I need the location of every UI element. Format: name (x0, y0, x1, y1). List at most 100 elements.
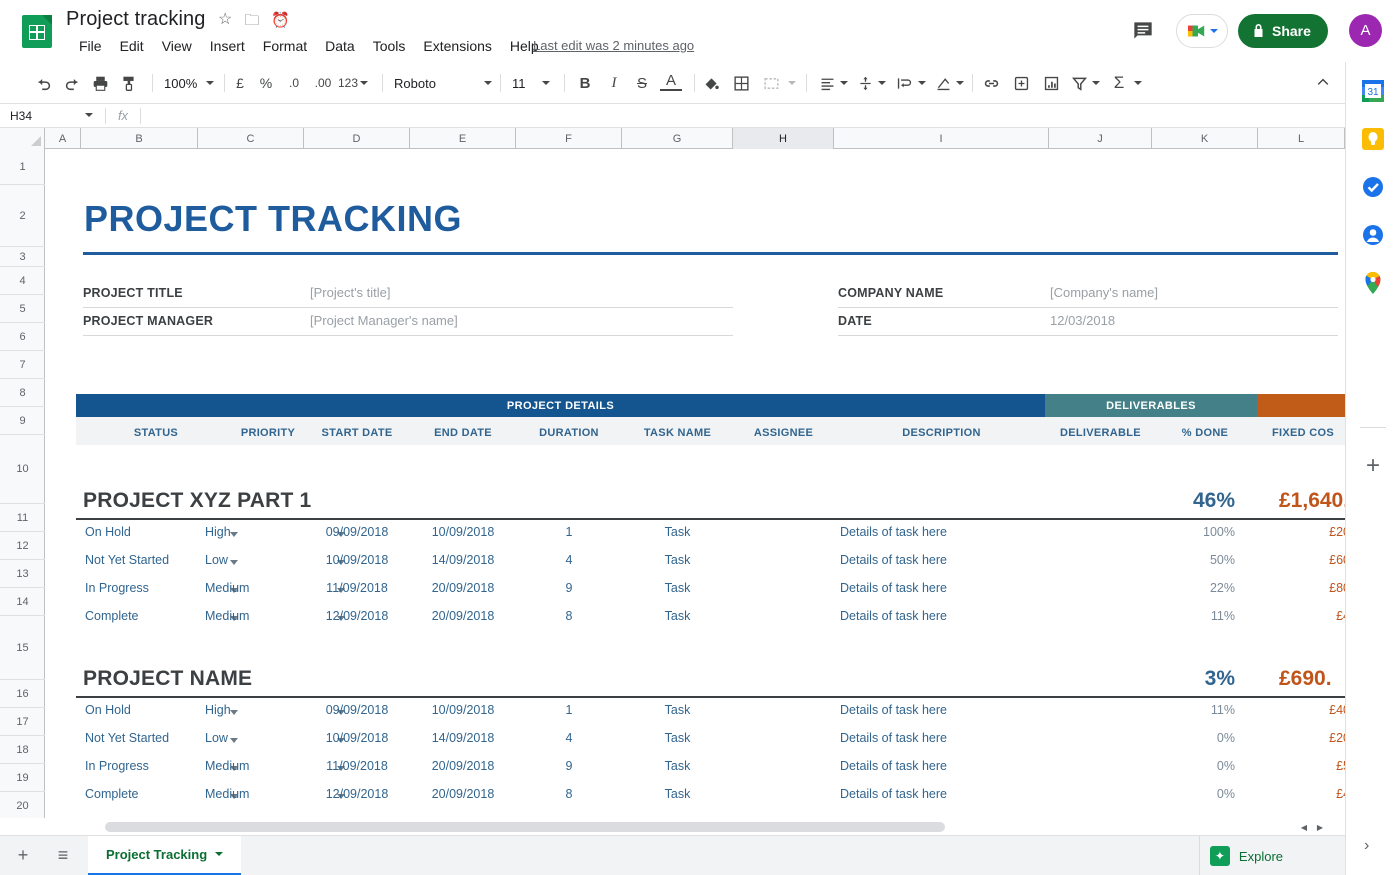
table-row[interactable]: 1 (516, 525, 622, 539)
menu-edit[interactable]: Edit (111, 36, 153, 56)
column-header-k[interactable]: K (1152, 128, 1258, 149)
table-row[interactable]: 14/09/2018 (410, 553, 516, 567)
project-manager-value[interactable]: [Project Manager's name] (310, 313, 458, 328)
table-row[interactable]: £4 (1225, 787, 1345, 801)
row-header-5[interactable]: 5 (0, 295, 45, 323)
column-header-e[interactable]: E (410, 128, 516, 149)
table-row[interactable]: 4 (516, 731, 622, 745)
comment-history-icon[interactable] (1130, 18, 1156, 44)
collapse-toolbar-icon[interactable] (1315, 74, 1331, 93)
fill-color-icon[interactable] (700, 71, 722, 95)
table-row[interactable]: 11/09/2018 (304, 759, 410, 773)
column-header-f[interactable]: F (516, 128, 622, 149)
table-row[interactable]: 0% (1105, 787, 1235, 801)
google-maps-icon[interactable] (1360, 270, 1386, 296)
row-header-18[interactable]: 18 (0, 736, 45, 764)
insert-chart-icon[interactable] (1040, 71, 1062, 95)
table-row[interactable]: In Progress (85, 759, 149, 773)
chevron-right-icon[interactable]: › (1364, 837, 1369, 855)
horizontal-scrollbar-thumb[interactable] (105, 822, 945, 832)
column-header-l[interactable]: L (1258, 128, 1345, 149)
chevron-down-icon[interactable] (215, 852, 224, 856)
star-icon[interactable]: ☆ (218, 12, 232, 28)
table-row[interactable]: 50% (1105, 553, 1235, 567)
table-row[interactable]: 20/09/2018 (410, 581, 516, 595)
add-sheet-button[interactable]: + (6, 839, 40, 873)
column-header-g[interactable]: G (622, 128, 733, 149)
row-header-11[interactable]: 11 (0, 504, 45, 532)
table-row[interactable]: Complete (85, 787, 139, 801)
row-header-6[interactable]: 6 (0, 323, 45, 351)
menu-format[interactable]: Format (254, 36, 316, 56)
table-row[interactable]: 20/09/2018 (410, 787, 516, 801)
google-meet-button[interactable] (1176, 14, 1228, 48)
text-wrap-icon[interactable] (893, 71, 915, 95)
text-color-button[interactable]: A (660, 71, 682, 91)
cloud-saved-icon[interactable]: ⏰ (271, 13, 290, 28)
menu-view[interactable]: View (153, 36, 201, 56)
table-row[interactable]: Task (622, 731, 733, 745)
table-row[interactable]: On Hold (85, 703, 131, 717)
table-row[interactable]: Task (622, 787, 733, 801)
borders-icon[interactable] (730, 71, 752, 95)
row-header-9[interactable]: 9 (0, 407, 45, 435)
table-row[interactable]: 09/09/2018 (304, 703, 410, 717)
menu-file[interactable]: File (70, 36, 111, 56)
google-sheets-logo-icon[interactable] (22, 15, 52, 48)
table-row[interactable]: Low (205, 553, 228, 567)
row-header-8[interactable]: 8 (0, 379, 45, 407)
table-row[interactable]: Details of task here (840, 787, 947, 801)
formula-input[interactable] (141, 104, 1345, 127)
column-header-b[interactable]: B (81, 128, 198, 149)
row-header-3[interactable]: 3 (0, 247, 45, 267)
name-box[interactable]: H34 (0, 104, 105, 127)
undo-icon[interactable] (32, 71, 56, 95)
format-percent-button[interactable]: % (256, 71, 276, 95)
table-row[interactable]: 9 (516, 759, 622, 773)
row-header-17[interactable]: 17 (0, 708, 45, 736)
table-row[interactable]: Task (622, 703, 733, 717)
merge-cells-icon[interactable] (760, 71, 782, 95)
date-value[interactable]: 12/03/2018 (1050, 313, 1115, 328)
table-row[interactable]: 11/09/2018 (304, 581, 410, 595)
horizontal-align-icon[interactable] (816, 71, 838, 95)
insert-link-icon[interactable] (980, 71, 1002, 95)
table-row[interactable]: 1 (516, 703, 622, 717)
table-row[interactable]: 10/09/2018 (304, 553, 410, 567)
chevron-down-icon[interactable] (230, 738, 238, 743)
horizontal-scrollbar[interactable]: ◀ ▶ (45, 820, 1330, 834)
table-row[interactable]: 100% (1105, 525, 1235, 539)
table-row[interactable]: Medium (205, 787, 249, 801)
table-row[interactable]: 8 (516, 609, 622, 623)
decrease-decimal-button[interactable]: .0 (283, 71, 305, 95)
row-header-7[interactable]: 7 (0, 351, 45, 379)
row-header-20[interactable]: 20 (0, 792, 45, 818)
table-row[interactable]: Medium (205, 581, 249, 595)
table-row[interactable]: High (205, 525, 231, 539)
row-header-2[interactable]: 2 (0, 185, 45, 247)
table-row[interactable]: 09/09/2018 (304, 525, 410, 539)
chevron-down-icon[interactable] (230, 560, 238, 565)
table-row[interactable]: Details of task here (840, 759, 947, 773)
table-row[interactable]: £60 (1225, 553, 1345, 567)
table-row[interactable]: 20/09/2018 (410, 759, 516, 773)
menu-tools[interactable]: Tools (364, 36, 415, 56)
table-row[interactable]: On Hold (85, 525, 131, 539)
table-row[interactable]: In Progress (85, 581, 149, 595)
table-row[interactable]: Not Yet Started (85, 731, 169, 745)
table-row[interactable]: High (205, 703, 231, 717)
table-row[interactable]: 4 (516, 553, 622, 567)
print-icon[interactable] (88, 71, 112, 95)
row-header-10[interactable]: 10 (0, 435, 45, 504)
share-button[interactable]: Share (1238, 14, 1328, 48)
table-row[interactable]: Low (205, 731, 228, 745)
table-row[interactable]: 11% (1105, 609, 1235, 623)
google-tasks-icon[interactable] (1360, 174, 1386, 200)
project-title-value[interactable]: [Project's title] (310, 285, 391, 300)
move-to-folder-icon[interactable]: 🗀 (244, 13, 259, 28)
google-calendar-icon[interactable]: 31 (1360, 78, 1386, 104)
table-row[interactable]: £80 (1225, 581, 1345, 595)
table-row[interactable]: 8 (516, 787, 622, 801)
sheet-tab-project-tracking[interactable]: Project Tracking (88, 835, 242, 875)
table-row[interactable]: £20 (1225, 525, 1345, 539)
